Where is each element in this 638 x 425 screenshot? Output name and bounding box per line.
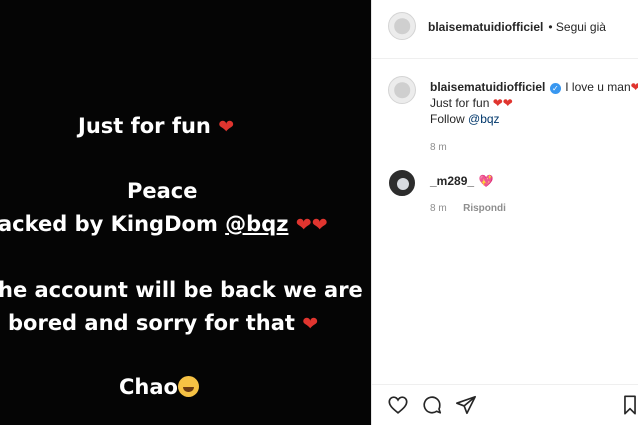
caption-avatar[interactable]	[388, 76, 416, 104]
story-image: Just for fun ❤ Peace acked by KingDom @b…	[0, 0, 371, 425]
sparkling-heart-emoji-icon: 💖	[478, 174, 494, 188]
commenter-avatar[interactable]	[389, 170, 415, 196]
bookmark-icon[interactable]	[623, 393, 637, 417]
comment-icon[interactable]	[420, 393, 444, 417]
follow-status[interactable]: • Segui già	[548, 20, 606, 34]
header-username[interactable]: blaisematuidiofficiel	[428, 20, 543, 34]
story-line-2: Peace	[127, 179, 198, 203]
story-text: Chao	[119, 375, 178, 399]
story-text: Just for fun	[78, 114, 211, 138]
like-heart-icon[interactable]	[386, 393, 410, 417]
caption-timestamp: 8 m	[430, 142, 447, 153]
story-line-4: he account will be back we are	[0, 278, 363, 302]
header-divider	[372, 58, 638, 59]
caption: blaisematuidiofficiel ✓ I love u man❤ Ju…	[430, 79, 638, 156]
heart-emoji-icon: ❤	[295, 214, 312, 236]
post-side-panel: blaisematuidiofficiel • Segui già blaisem…	[372, 0, 638, 425]
heart-emoji-icon: ❤	[492, 96, 503, 110]
caption-line-2: Just for fun	[430, 96, 490, 110]
story-text: bored and sorry for that	[8, 311, 295, 335]
comment-username[interactable]: _m289_	[430, 174, 474, 188]
story-mention: @bqz	[225, 212, 289, 236]
story-text: Peace	[127, 179, 198, 203]
post-header: blaisematuidiofficiel • Segui già	[428, 18, 606, 36]
story-line-1: Just for fun ❤	[78, 114, 234, 138]
profile-avatar[interactable]	[388, 12, 416, 40]
caption-username[interactable]: blaisematuidiofficiel	[430, 80, 545, 94]
reply-button[interactable]: Rispondi	[463, 203, 506, 214]
laughing-emoji-icon	[177, 376, 199, 397]
heart-emoji-icon: ❤	[218, 116, 235, 138]
comment-timestamp: 8 m	[430, 203, 447, 214]
story-line-3: acked by KingDom @bqz ❤❤	[0, 212, 328, 236]
heart-emoji-icon: ❤	[302, 313, 319, 335]
comment-meta: 8 m Rispondi	[430, 198, 506, 216]
send-icon[interactable]	[454, 393, 478, 417]
verified-badge-icon: ✓	[549, 83, 561, 94]
comment: _m289_ 💖	[430, 172, 493, 190]
caption-mention-link[interactable]: @bqz	[468, 112, 500, 126]
caption-line-3: Follow	[430, 112, 469, 126]
story-line-5: bored and sorry for that ❤	[8, 311, 318, 335]
story-text: acked by KingDom	[0, 212, 226, 236]
heart-emoji-icon: ❤	[311, 214, 328, 236]
heart-emoji-icon: ❤	[630, 80, 638, 94]
heart-emoji-icon: ❤	[502, 96, 513, 110]
caption-text: I love u man	[565, 80, 631, 94]
actions-divider	[372, 384, 638, 385]
story-line-6: Chao	[119, 375, 199, 399]
story-text: he account will be back we are	[0, 278, 363, 302]
